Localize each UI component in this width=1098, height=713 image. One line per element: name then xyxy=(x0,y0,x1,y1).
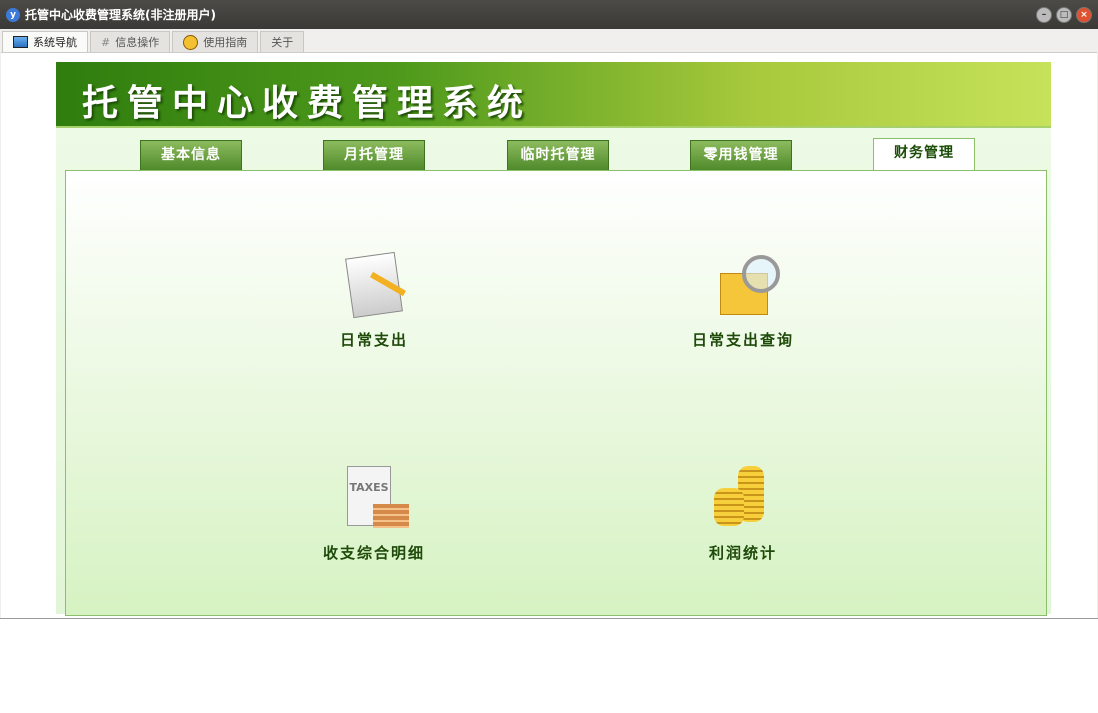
window-title: 托管中心收费管理系统(非注册用户) xyxy=(25,8,216,22)
nav-pocket-money[interactable]: 零用钱管理 xyxy=(690,140,792,171)
nav-monthly[interactable]: 月托管理 xyxy=(323,140,425,171)
tab-guide[interactable]: 使用指南 xyxy=(172,31,259,52)
monitor-icon xyxy=(13,36,28,48)
nav-basic-info[interactable]: 基本信息 xyxy=(140,140,242,171)
tab-info-ops[interactable]: # 信息操作 xyxy=(90,31,171,52)
tab-label: 信息操作 xyxy=(115,36,160,49)
notepad-pencil-icon xyxy=(339,251,409,321)
tab-about[interactable]: 关于 xyxy=(260,31,305,52)
banner-title: 托管中心收费管理系统 xyxy=(82,83,533,124)
item-label: 日常支出 xyxy=(339,331,408,349)
tab-label: 关于 xyxy=(271,36,294,49)
tab-system-nav[interactable]: 系统导航 xyxy=(2,31,88,52)
close-button[interactable]: × xyxy=(1076,7,1092,23)
gold-coins-icon xyxy=(708,464,778,534)
title-bar: y 托管中心收费管理系统(非注册用户) – □ × xyxy=(0,0,1098,29)
item-label: 收支综合明细 xyxy=(322,544,425,562)
daily-expense-button[interactable]: 日常支出 xyxy=(274,251,474,350)
maximize-button[interactable]: □ xyxy=(1056,7,1072,23)
finance-panel: 日常支出 日常支出查询 TAXES 收支综合明细 利润统计 xyxy=(65,170,1047,616)
tab-label: 系统导航 xyxy=(33,36,77,49)
grid-icon: # xyxy=(101,35,111,49)
boxes-magnifier-icon xyxy=(708,251,780,321)
item-label: 日常支出查询 xyxy=(691,331,794,349)
profit-stats-button[interactable]: 利润统计 xyxy=(643,464,843,563)
app-logo-icon: y xyxy=(6,7,20,22)
nav-finance[interactable]: 财务管理 xyxy=(873,138,975,170)
income-expense-detail-button[interactable]: TAXES 收支综合明细 xyxy=(274,464,474,563)
item-label: 利润统计 xyxy=(708,544,777,562)
taxes-sheet-icon: TAXES xyxy=(339,464,409,534)
nav-temporary[interactable]: 临时托管理 xyxy=(507,140,609,171)
help-icon xyxy=(183,34,199,50)
tab-label: 使用指南 xyxy=(203,36,248,49)
banner: 托管中心收费管理系统 xyxy=(56,62,1051,128)
daily-expense-query-button[interactable]: 日常支出查询 xyxy=(643,251,843,350)
main-app: 托管中心收费管理系统 基本信息 月托管理 临时托管理 零用钱管理 财务管理 日常… xyxy=(56,62,1051,616)
minimize-button[interactable]: – xyxy=(1036,7,1052,23)
